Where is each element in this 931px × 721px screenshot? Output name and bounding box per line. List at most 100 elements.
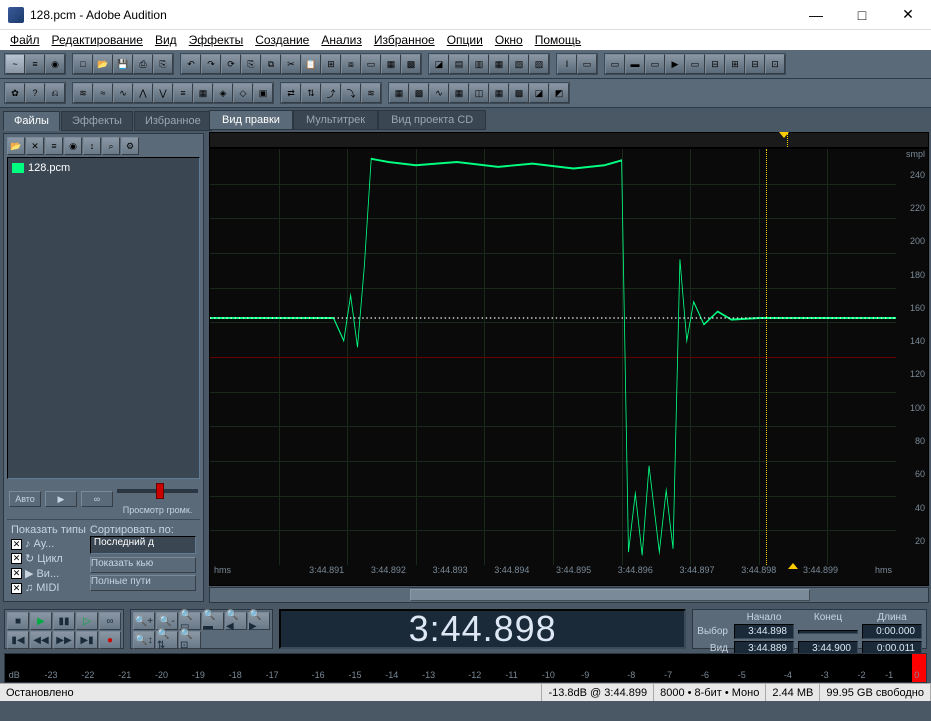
slider-thumb[interactable] (156, 483, 164, 499)
file-list[interactable]: 128.pcm (7, 157, 200, 479)
win-2-button[interactable]: ▬ (625, 54, 645, 74)
timeline-nav[interactable] (209, 132, 929, 148)
nav-marker-icon[interactable] (779, 132, 789, 138)
vtab-edit[interactable]: Вид правки (209, 110, 293, 130)
menu-window[interactable]: Окно (489, 33, 529, 47)
sel-end[interactable] (798, 630, 858, 634)
chk-loop[interactable]: ✕ (11, 553, 22, 564)
full-path-button[interactable]: Полные пути (90, 575, 196, 591)
amp-9-button[interactable]: ◇ (233, 83, 253, 103)
record-button[interactable]: ● (99, 631, 121, 649)
waveform-view[interactable]: smpl 240 220 200 180 160 140 120 100 80 … (209, 148, 929, 586)
forward-button[interactable]: ▶▶ (53, 631, 75, 649)
zoom-vert-out-button[interactable]: 🔍⇅ (156, 631, 178, 649)
win-9-button[interactable]: ⊡ (765, 54, 785, 74)
copy-new-button[interactable]: ⎘ (241, 54, 261, 74)
play-preview-button[interactable]: ▶ (45, 491, 77, 507)
settings-4-button[interactable]: ▧ (509, 54, 529, 74)
paste-button[interactable]: 📋 (301, 54, 321, 74)
menu-view[interactable]: Вид (149, 33, 183, 47)
zoom-full-button[interactable]: 🔍▭ (179, 612, 201, 630)
zoom-reset-button[interactable]: 🔍⊡ (179, 631, 201, 649)
menu-create[interactable]: Создание (249, 33, 315, 47)
insert-button[interactable]: ≡ (45, 137, 63, 155)
amp-5-button[interactable]: ⋁ (153, 83, 173, 103)
open-button[interactable]: 📂 (93, 54, 113, 74)
undo-button[interactable]: ↶ (181, 54, 201, 74)
trim-button[interactable]: ⧈ (341, 54, 361, 74)
maximize-button[interactable]: □ (839, 0, 885, 30)
play-button[interactable]: ▶ (30, 612, 52, 630)
convert-button[interactable]: ◪ (429, 54, 449, 74)
new-button[interactable]: □ (73, 54, 93, 74)
time-2-button[interactable]: ⇅ (301, 83, 321, 103)
menu-edit[interactable]: Редактирование (46, 33, 149, 47)
sort-button[interactable]: ↕ (83, 137, 101, 155)
cursor-button[interactable]: I (557, 54, 577, 74)
settings-2-button[interactable]: ▥ (469, 54, 489, 74)
mode-edit-button[interactable]: ~ (5, 54, 25, 74)
zoom-in-right-button[interactable]: 🔍▶ (248, 612, 270, 630)
rewind-button[interactable]: ◀◀ (30, 631, 52, 649)
time-display[interactable]: 3:44.898 (279, 609, 686, 649)
zoom-out-button[interactable]: 🔍- (156, 612, 178, 630)
gen-6-button[interactable]: ▦ (489, 83, 509, 103)
menu-effects[interactable]: Эффекты (183, 33, 250, 47)
gen-2-button[interactable]: ▩ (409, 83, 429, 103)
play-loop-button[interactable]: ▷ (76, 612, 98, 630)
open-file-button[interactable]: 📂 (7, 137, 25, 155)
time-4-button[interactable]: ⤵ (341, 83, 361, 103)
show-cue-button[interactable]: Показать кью (90, 557, 196, 573)
stop-button[interactable]: ■ (7, 612, 29, 630)
volume-slider[interactable] (117, 489, 198, 505)
menu-favorites[interactable]: Избранное (368, 33, 441, 47)
win-7-button[interactable]: ⊞ (725, 54, 745, 74)
options-button[interactable]: ⚙ (121, 137, 139, 155)
mode-cd-button[interactable]: ◉ (45, 54, 65, 74)
gen-9-button[interactable]: ◩ (549, 83, 569, 103)
pause-button[interactable]: ▮▮ (53, 612, 75, 630)
wave-area[interactable] (210, 149, 896, 565)
cut-button[interactable]: ✂ (281, 54, 301, 74)
amp-7-button[interactable]: ▦ (193, 83, 213, 103)
file-item[interactable]: 128.pcm (12, 162, 195, 174)
loop-preview-button[interactable]: ∞ (81, 491, 113, 507)
settings-5-button[interactable]: ▨ (529, 54, 549, 74)
gen-3-button[interactable]: ∿ (429, 83, 449, 103)
marquee-button[interactable]: ▭ (577, 54, 597, 74)
chk-video[interactable]: ✕ (11, 568, 22, 579)
vtab-multi[interactable]: Мультитрек (293, 110, 378, 130)
gen-7-button[interactable]: ▩ (509, 83, 529, 103)
win-1-button[interactable]: ▭ (605, 54, 625, 74)
amp-8-button[interactable]: ◈ (213, 83, 233, 103)
zoom-sel-button[interactable]: 🔍▬ (202, 612, 224, 630)
gen-8-button[interactable]: ◪ (529, 83, 549, 103)
mode-multi-button[interactable]: ≡ (25, 54, 45, 74)
chk-audio[interactable]: ✕ (11, 539, 22, 550)
close-file-button[interactable]: ✕ (26, 137, 44, 155)
amp-1-button[interactable]: ≋ (73, 83, 93, 103)
go-end-button[interactable]: ▶▮ (76, 631, 98, 649)
chk-midi[interactable]: ✕ (11, 583, 22, 594)
repeat-button[interactable]: ⟳ (221, 54, 241, 74)
settings-3-button[interactable]: ▦ (489, 54, 509, 74)
find-button[interactable]: ⌕ (102, 137, 120, 155)
fx-2-button[interactable]: ? (25, 83, 45, 103)
amp-2-button[interactable]: ≈ (93, 83, 113, 103)
save-sel-button[interactable]: ⎘ (153, 54, 173, 74)
horizontal-scrollbar[interactable] (209, 587, 929, 603)
edit-file-button[interactable]: ◉ (64, 137, 82, 155)
amp-6-button[interactable]: ≡ (173, 83, 193, 103)
amp-3-button[interactable]: ∿ (113, 83, 133, 103)
menu-analyze[interactable]: Анализ (315, 33, 368, 47)
time-1-button[interactable]: ⇄ (281, 83, 301, 103)
win-6-button[interactable]: ⊟ (705, 54, 725, 74)
loop-button[interactable]: ∞ (99, 612, 121, 630)
tool-b-button[interactable]: ▩ (401, 54, 421, 74)
bottom-marker-icon[interactable] (788, 563, 798, 569)
sel-start[interactable]: 3:44.898 (734, 624, 794, 639)
gen-4-button[interactable]: ▦ (449, 83, 469, 103)
tab-effects[interactable]: Эффекты (61, 111, 133, 131)
sort-select[interactable]: Последний д (90, 536, 196, 554)
redo-button[interactable]: ↷ (201, 54, 221, 74)
